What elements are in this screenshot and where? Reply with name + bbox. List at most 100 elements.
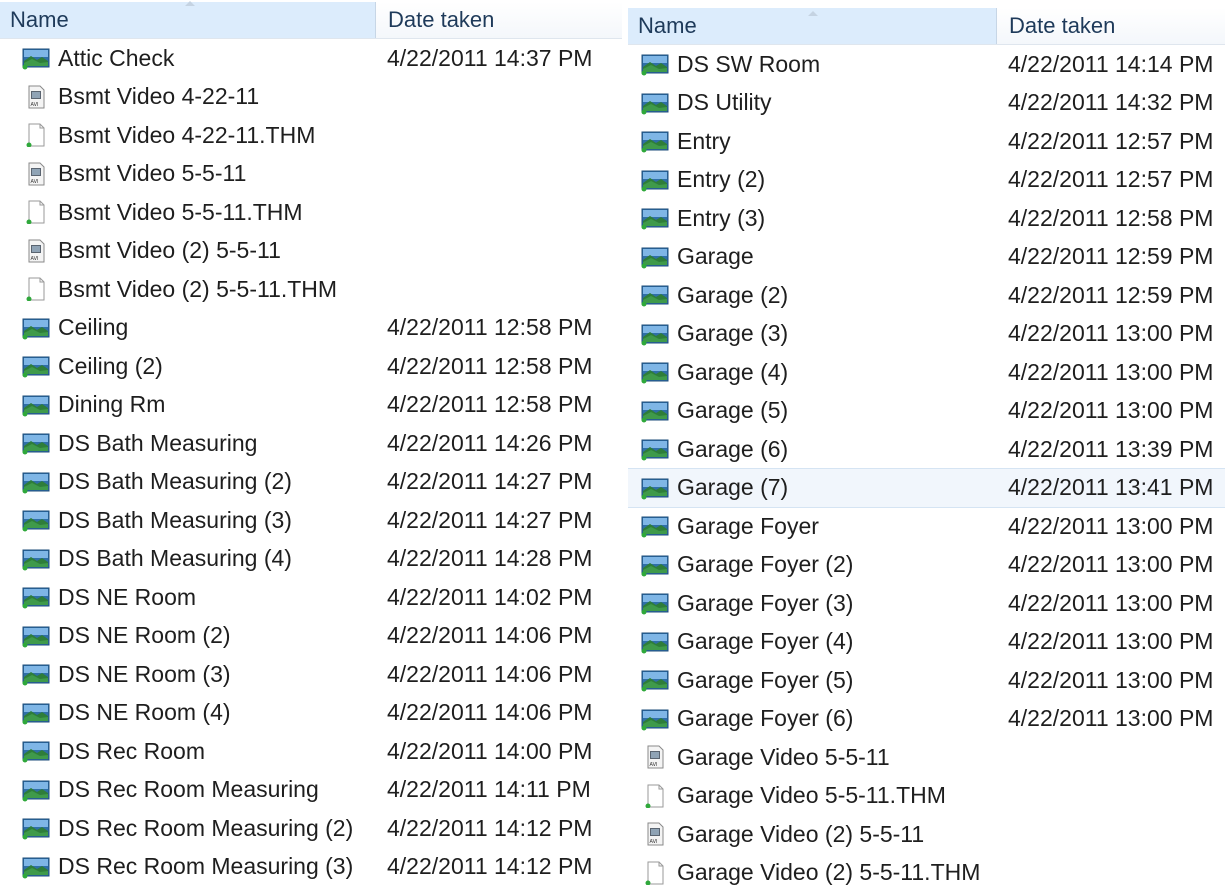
file-row[interactable]: Garage (5) 4/22/2011 13:00 PM	[628, 392, 1225, 431]
file-row[interactable]: Entry 4/22/2011 12:57 PM	[628, 122, 1225, 161]
image-file-icon	[22, 316, 50, 340]
file-row[interactable]: Ceiling (2) 4/22/2011 12:58 PM	[0, 347, 622, 386]
file-row[interactable]: Garage Foyer (5) 4/22/2011 13:00 PM	[628, 661, 1225, 700]
file-row[interactable]: DS Bath Measuring (2) 4/22/2011 14:27 PM	[0, 463, 622, 502]
file-row[interactable]: Ceiling 4/22/2011 12:58 PM	[0, 309, 622, 348]
file-row[interactable]: Garage Foyer (2) 4/22/2011 13:00 PM	[628, 546, 1225, 585]
image-file-icon	[641, 591, 669, 615]
image-file-icon	[22, 470, 50, 494]
file-row[interactable]: DS NE Room (2) 4/22/2011 14:06 PM	[0, 617, 622, 656]
file-row[interactable]: Garage 4/22/2011 12:59 PM	[628, 238, 1225, 277]
column-header-date-taken[interactable]: Date taken	[997, 8, 1225, 44]
file-name-cell: Entry (2)	[628, 166, 997, 193]
file-name-cell: Bsmt Video (2) 5-5-11.THM	[0, 276, 376, 303]
file-row[interactable]: Entry (2) 4/22/2011 12:57 PM	[628, 161, 1225, 200]
file-row[interactable]: Dining Rm 4/22/2011 12:58 PM	[0, 386, 622, 425]
file-name-cell: DS SW Room	[628, 51, 997, 78]
file-name: Bsmt Video 5-5-11.THM	[58, 198, 303, 225]
file-rows: Attic Check 4/22/2011 14:37 PM AVI Bsmt Vid…	[0, 39, 622, 886]
file-row[interactable]: AVI Bsmt Video 5-5-11	[0, 155, 622, 194]
file-row[interactable]: Attic Check 4/22/2011 14:37 PM	[0, 39, 622, 78]
blank-file-icon	[22, 200, 50, 225]
file-row[interactable]: AVI Garage Video 5-5-11	[628, 738, 1225, 777]
file-row[interactable]: Garage (3) 4/22/2011 13:00 PM	[628, 315, 1225, 354]
image-file-icon	[641, 360, 669, 384]
file-row[interactable]: AVI Garage Video (2) 5-5-11	[628, 815, 1225, 854]
file-name-cell: Garage Foyer (6)	[628, 705, 997, 732]
file-name-cell: AVI Garage Video 5-5-11	[628, 744, 997, 771]
sort-ascending-icon	[808, 11, 818, 16]
image-file-icon	[641, 514, 669, 538]
file-row[interactable]: DS Bath Measuring (4) 4/22/2011 14:28 PM	[0, 540, 622, 579]
file-row[interactable]: DS Rec Room Measuring (3) 4/22/2011 14:12…	[0, 848, 622, 886]
image-file-icon	[641, 437, 669, 461]
date-taken-cell: 4/22/2011 14:06 PM	[387, 660, 593, 687]
file-name: Garage Foyer (3)	[677, 589, 854, 616]
file-name: Garage (6)	[677, 435, 789, 462]
date-taken-cell: 4/22/2011 13:00 PM	[1008, 358, 1214, 385]
svg-text:AVI: AVI	[31, 256, 39, 262]
svg-text:AVI: AVI	[31, 102, 39, 108]
file-row[interactable]: Garage Foyer (3) 4/22/2011 13:00 PM	[628, 584, 1225, 623]
file-name-cell: Garage Video (2) 5-5-11.THM	[628, 859, 997, 886]
file-name-cell: Garage (3)	[628, 320, 997, 347]
file-name-cell: AVI Bsmt Video (2) 5-5-11	[0, 237, 376, 264]
file-row[interactable]: Garage Video 5-5-11.THM	[628, 777, 1225, 816]
file-row[interactable]: DS SW Room 4/22/2011 14:14 PM	[628, 45, 1225, 84]
file-row[interactable]: DS Bath Measuring (3) 4/22/2011 14:27 PM	[0, 501, 622, 540]
file-row[interactable]: DS Utility 4/22/2011 14:32 PM	[628, 84, 1225, 123]
image-file-icon	[641, 630, 669, 654]
svg-text:AVI: AVI	[650, 839, 658, 845]
column-header-date-taken[interactable]: Date taken	[376, 2, 622, 38]
file-name: Garage (5)	[677, 397, 789, 424]
file-name: Garage	[677, 243, 754, 270]
file-name-cell: DS Bath Measuring	[0, 430, 376, 457]
date-taken-cell: 4/22/2011 14:02 PM	[387, 583, 593, 610]
date-taken-cell: 4/22/2011 12:58 PM	[387, 352, 593, 379]
file-row[interactable]: AVI Bsmt Video (2) 5-5-11	[0, 232, 622, 271]
file-row[interactable]: Garage (2) 4/22/2011 12:59 PM	[628, 276, 1225, 315]
file-row[interactable]: Entry (3) 4/22/2011 12:58 PM	[628, 199, 1225, 238]
file-row[interactable]: Garage Video (2) 5-5-11.THM	[628, 854, 1225, 886]
date-taken-cell: 4/22/2011 13:00 PM	[1008, 705, 1214, 732]
file-row[interactable]: DS Rec Room Measuring (2) 4/22/2011 14:12…	[0, 809, 622, 848]
file-row[interactable]: Garage Foyer (4) 4/22/2011 13:00 PM	[628, 623, 1225, 662]
file-row[interactable]: DS Bath Measuring 4/22/2011 14:26 PM	[0, 424, 622, 463]
file-name-cell: Bsmt Video 4-22-11.THM	[0, 122, 376, 149]
date-taken-cell: 4/22/2011 13:00 PM	[1008, 589, 1214, 616]
file-row[interactable]: DS NE Room 4/22/2011 14:02 PM	[0, 578, 622, 617]
column-header-row: Name Date taken	[628, 8, 1225, 45]
file-row[interactable]: DS NE Room (4) 4/22/2011 14:06 PM	[0, 694, 622, 733]
file-row[interactable]: AVI Bsmt Video 4-22-11	[0, 78, 622, 117]
file-name: Garage Video (2) 5-5-11	[677, 820, 925, 847]
date-taken-cell: 4/22/2011 12:57 PM	[1008, 166, 1214, 193]
image-file-icon	[641, 553, 669, 577]
file-row[interactable]: DS NE Room (3) 4/22/2011 14:06 PM	[0, 655, 622, 694]
file-name-cell: DS NE Room (4)	[0, 699, 376, 726]
file-row[interactable]: Garage Foyer 4/22/2011 13:00 PM	[628, 507, 1225, 546]
file-row[interactable]: DS Rec Room Measuring 4/22/2011 14:11 PM	[0, 771, 622, 810]
file-row[interactable]: Garage (7) 4/22/2011 13:41 PM	[628, 467, 1225, 508]
file-name-cell: DS Rec Room Measuring	[0, 776, 376, 803]
file-row[interactable]: Garage (6) 4/22/2011 13:39 PM	[628, 430, 1225, 469]
svg-text:AVI: AVI	[31, 179, 39, 185]
file-row[interactable]: Bsmt Video (2) 5-5-11.THM	[0, 270, 622, 309]
file-row[interactable]: Garage (4) 4/22/2011 13:00 PM	[628, 353, 1225, 392]
file-name-cell: DS Bath Measuring (3)	[0, 507, 376, 534]
column-header-name[interactable]: Name	[0, 2, 376, 38]
file-name-cell: Attic Check	[0, 45, 376, 72]
file-name: Ceiling	[58, 314, 129, 341]
file-name: DS Bath Measuring (2)	[58, 468, 292, 495]
file-row[interactable]: Garage Foyer (6) 4/22/2011 13:00 PM	[628, 700, 1225, 739]
image-file-icon	[641, 399, 669, 423]
file-row[interactable]: Bsmt Video 5-5-11.THM	[0, 193, 622, 232]
image-file-icon	[22, 431, 50, 455]
file-name: Garage Foyer (2)	[677, 551, 854, 578]
sort-ascending-icon	[185, 1, 195, 6]
file-name-cell: Entry	[628, 128, 997, 155]
file-row[interactable]: Bsmt Video 4-22-11.THM	[0, 116, 622, 155]
file-row[interactable]: DS Rec Room 4/22/2011 14:00 PM	[0, 732, 622, 771]
file-name: DS Bath Measuring (3)	[58, 506, 292, 533]
image-file-icon	[22, 46, 50, 70]
file-name-cell: DS NE Room	[0, 584, 376, 611]
